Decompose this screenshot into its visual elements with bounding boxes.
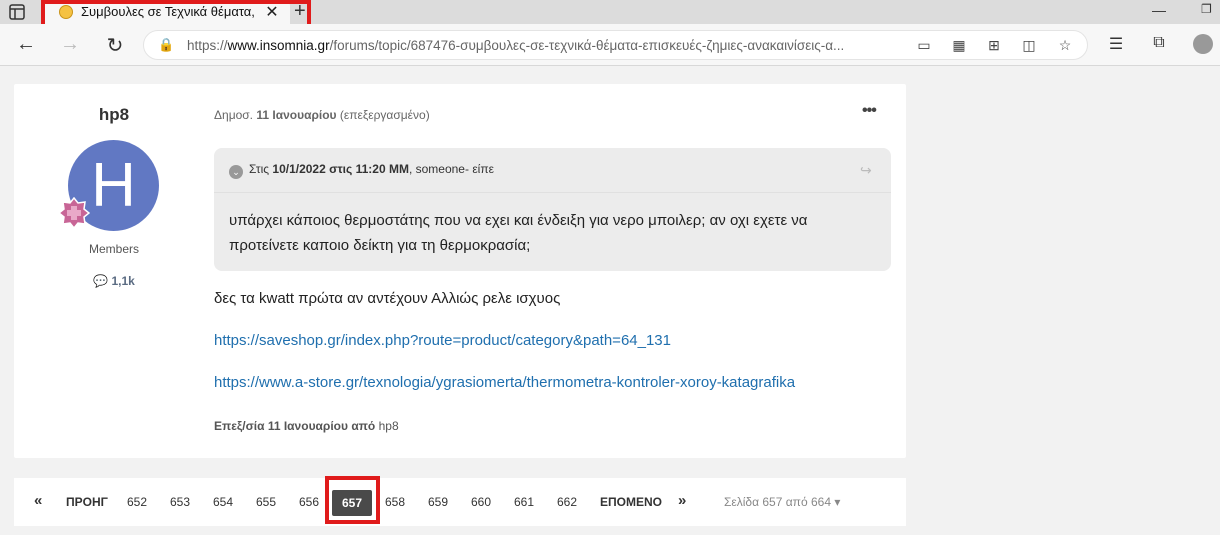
- edited-note: Επεξ/σία 11 Ιανουαρίου από hp8: [214, 419, 399, 433]
- page-jump-dropdown[interactable]: Σελίδα 657 από 664 ▾: [724, 495, 840, 509]
- apps-icon[interactable]: ▦: [950, 37, 968, 54]
- page-link[interactable]: 661: [514, 495, 534, 509]
- collections-icon[interactable]: ⧉: [1149, 34, 1169, 52]
- share-arrow-icon[interactable]: ↪: [860, 162, 872, 179]
- page-link[interactable]: 662: [557, 495, 577, 509]
- page-link[interactable]: 656: [299, 495, 319, 509]
- pagination: « ΠΡΟΗΓ 652 653 654 655 656 657 658 659 …: [14, 478, 906, 526]
- favorites-icon[interactable]: ☰: [1106, 34, 1126, 54]
- page-link[interactable]: 655: [256, 495, 276, 509]
- back-icon[interactable]: ←: [14, 33, 38, 56]
- first-page-button[interactable]: «: [34, 492, 42, 509]
- url-text[interactable]: https://www.insomnia.gr/forums/topic/687…: [187, 38, 899, 53]
- page-link[interactable]: 654: [213, 495, 233, 509]
- browser-toolbar: ← → ↻ 🔒 https://www.insomnia.gr/forums/t…: [0, 24, 1220, 66]
- quote-header: ⌄ Στις 10/1/2022 στις 11:20 ΜΜ, someone- …: [229, 162, 494, 179]
- post-text: δες τα kwatt πρώτα αν αντέχουν Αλλιώς ρε…: [214, 290, 561, 307]
- last-page-button[interactable]: »: [678, 492, 686, 509]
- restore-window-icon[interactable]: ❐: [1201, 2, 1212, 16]
- chevron-down-icon[interactable]: ⌄: [229, 165, 243, 179]
- add-favorite-icon[interactable]: ☆: [1056, 37, 1074, 54]
- address-bar[interactable]: 🔒 https://www.insomnia.gr/forums/topic/6…: [143, 30, 1088, 60]
- prev-page-button[interactable]: ΠΡΟΗΓ: [66, 495, 108, 509]
- page-link[interactable]: 653: [170, 495, 190, 509]
- cast-icon[interactable]: ▭: [915, 37, 933, 54]
- post-date: Δημοσ. 11 Ιανουαρίου (επεξεργασμένο): [214, 108, 430, 122]
- rank-badge-icon: [58, 197, 90, 229]
- comment-icon: 💬: [93, 274, 109, 288]
- link-saveshop[interactable]: https://saveshop.gr/index.php?route=prod…: [214, 332, 671, 349]
- reader-icon[interactable]: ◫: [1020, 37, 1038, 54]
- author-group: Members: [88, 242, 139, 256]
- page-link[interactable]: 652: [127, 495, 147, 509]
- forward-icon[interactable]: →: [58, 33, 82, 56]
- minimize-icon[interactable]: —: [1152, 2, 1166, 18]
- next-page-button[interactable]: ΕΠΟΜΕΝΟ: [600, 495, 662, 509]
- quote-block: ⌄ Στις 10/1/2022 στις 11:20 ΜΜ, someone- …: [214, 148, 891, 271]
- author-post-count[interactable]: 💬 1,1k: [14, 274, 214, 288]
- profile-avatar[interactable]: [1193, 34, 1213, 54]
- extensions-icon[interactable]: ⊞: [985, 37, 1003, 54]
- page-link[interactable]: 660: [471, 495, 491, 509]
- link-astore[interactable]: https://www.a-store.gr/texnologia/ygrasi…: [214, 374, 795, 391]
- page-link[interactable]: 659: [428, 495, 448, 509]
- caret-down-icon: ▾: [834, 495, 841, 509]
- edited-user[interactable]: hp8: [379, 419, 399, 433]
- author-name[interactable]: hp8: [14, 105, 214, 125]
- current-page-highlight-box: [325, 476, 380, 524]
- refresh-icon[interactable]: ↻: [103, 33, 127, 58]
- post-date-link[interactable]: 11 Ιανουαρίου: [256, 108, 336, 122]
- author-panel: hp8 H Members 💬 1,1k: [14, 84, 214, 458]
- forum-post: hp8 H Members 💬 1,1k Δημοσ. 11 Ιανουαρίο…: [14, 84, 906, 458]
- tab-actions-icon[interactable]: [8, 3, 26, 21]
- quote-user[interactable]: someone-: [416, 162, 469, 176]
- quote-text: υπάρχει κάποιος θερμοστάτης που να εχει …: [214, 192, 891, 271]
- lock-icon[interactable]: 🔒: [158, 37, 174, 53]
- page-link[interactable]: 658: [385, 495, 405, 509]
- more-options-icon[interactable]: •••: [862, 102, 877, 120]
